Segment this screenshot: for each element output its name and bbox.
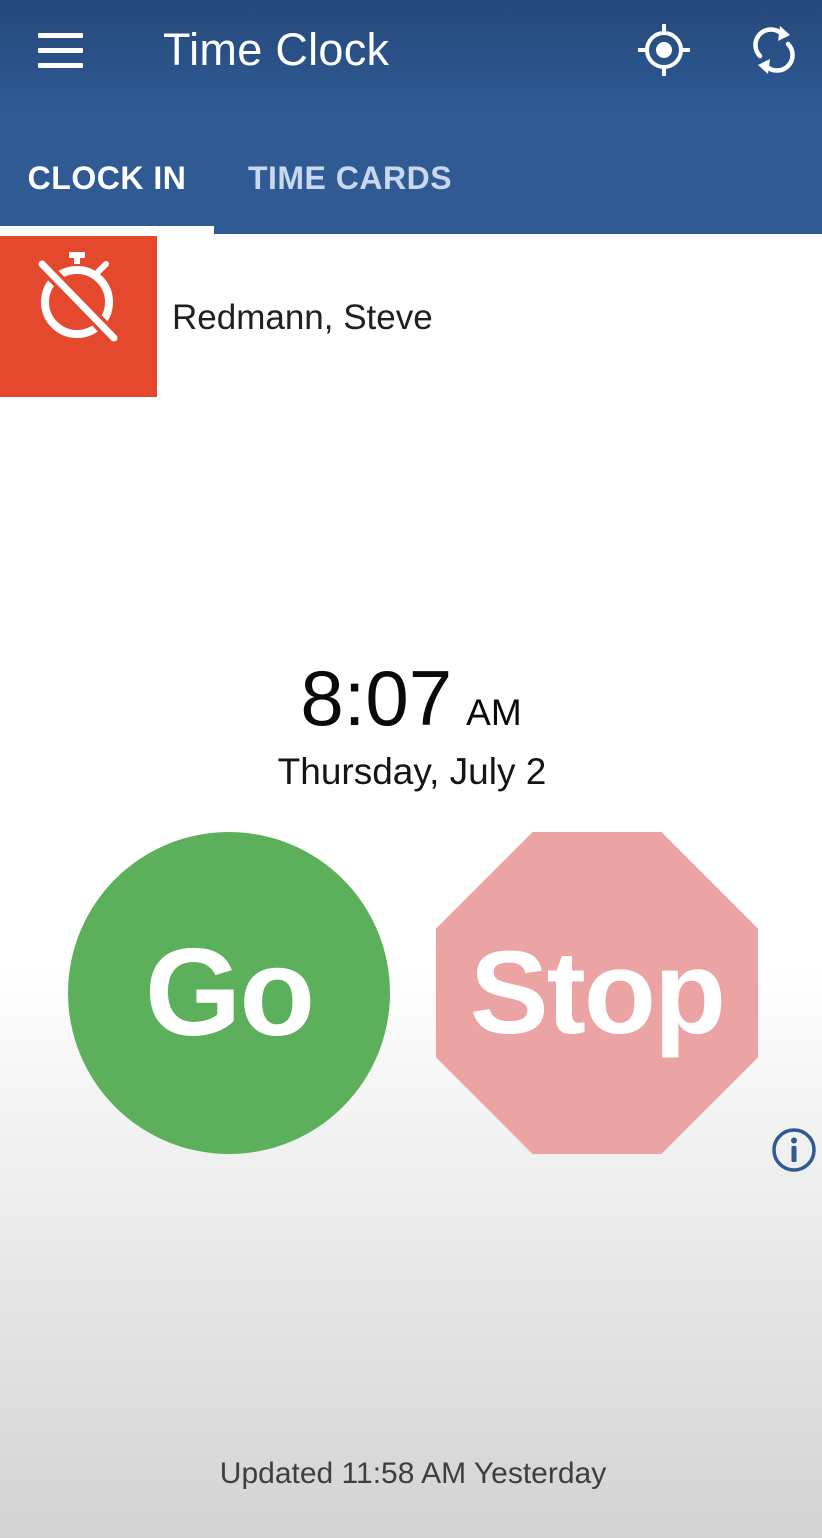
clock-status-tile: Out [0,236,157,620]
current-time: 8:07 AM [0,650,822,746]
clock-status-label: Out [52,588,103,620]
timer-off-icon [30,250,124,345]
current-time-value: 8:07 [300,654,453,742]
current-date: Thursday, July 2 [277,751,547,792]
sync-icon[interactable] [744,20,804,80]
go-button-label: Go [144,924,315,1062]
hamburger-menu-icon[interactable] [30,22,90,78]
app-title: Time Clock [163,24,390,75]
stop-button-label: Stop [469,927,726,1059]
current-time-ampm: AM [466,692,522,733]
info-icon[interactable] [770,1126,818,1174]
time-clock-screen: Time Clock CLOCK IN TIME CARDS Out Redma… [0,0,822,1538]
stop-button[interactable]: Stop [436,832,758,1154]
employee-name: Redmann, Steve [172,298,433,337]
tab-selected-indicator [0,226,214,234]
tab-time-cards[interactable]: TIME CARDS [214,150,486,206]
app-bar: Time Clock CLOCK IN TIME CARDS [0,0,822,234]
tab-clock-in[interactable]: CLOCK IN [0,150,214,206]
gps-location-icon[interactable] [634,20,694,80]
last-updated-text: Updated 11:58 AM Yesterday [219,1457,607,1490]
go-button[interactable]: Go [68,832,390,1154]
